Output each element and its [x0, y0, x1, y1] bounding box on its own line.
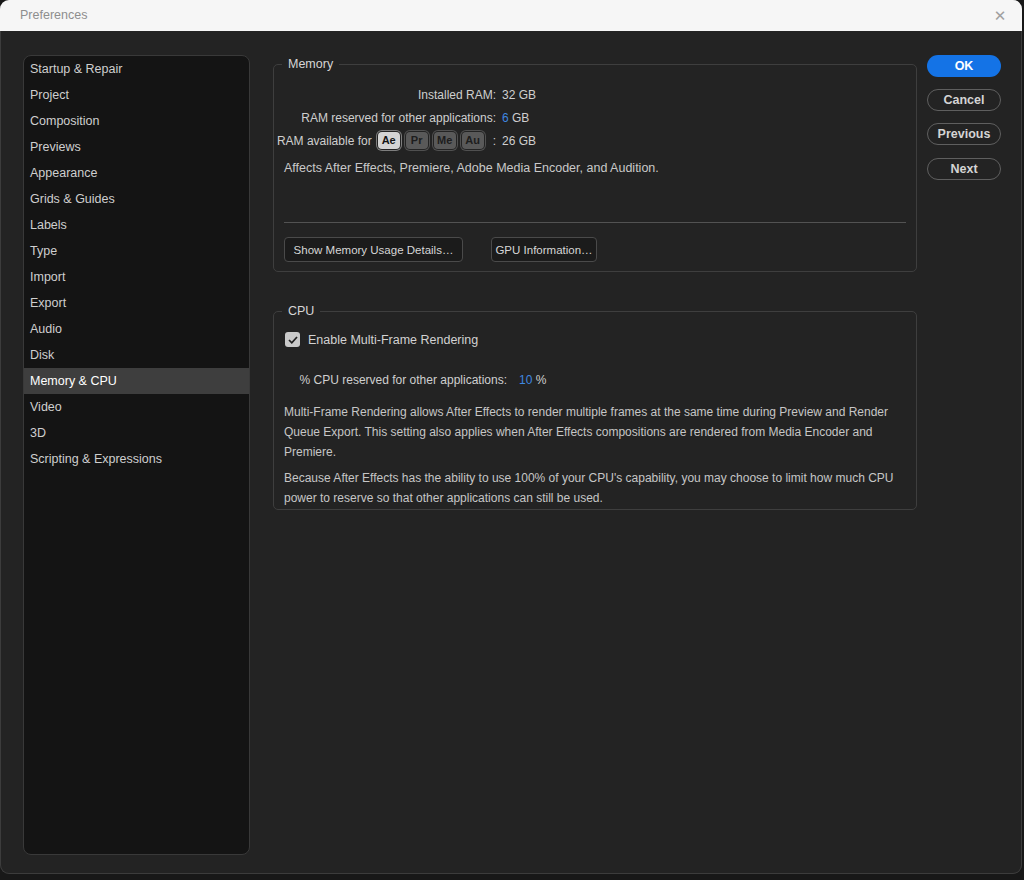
installed-ram-row: Installed RAM: 32 GB	[284, 83, 906, 106]
sidebar-item-disk[interactable]: Disk	[24, 342, 249, 368]
sidebar-item-startup-repair[interactable]: Startup & Repair	[24, 56, 249, 82]
cpu-group-legend: CPU	[282, 304, 320, 319]
previous-button[interactable]: Previous	[927, 123, 1001, 145]
sidebar-item-audio[interactable]: Audio	[24, 316, 249, 342]
ram-available-row: RAM available for AePrMeAu : 26 GB	[284, 129, 906, 152]
after-effects-badge-icon[interactable]: Ae	[378, 132, 400, 149]
cpu-group: CPU Enable Multi-Frame Rendering % CPU r…	[273, 311, 917, 510]
preferences-category-list: Startup & RepairProjectCompositionPrevie…	[23, 55, 250, 855]
sidebar-item-composition[interactable]: Composition	[24, 108, 249, 134]
ram-available-label: RAM available for	[277, 134, 372, 148]
premiere-badge-icon[interactable]: Pr	[406, 132, 428, 149]
cpu-reserved-value: 10 %	[519, 373, 546, 387]
ok-button[interactable]: OK	[927, 55, 1001, 77]
sidebar-item-appearance[interactable]: Appearance	[24, 160, 249, 186]
close-icon[interactable]: ✕	[988, 4, 1012, 28]
sidebar-item-grids-guides[interactable]: Grids & Guides	[24, 186, 249, 212]
cpu-paragraph-2: Because After Effects has the ability to…	[284, 468, 906, 508]
installed-ram-value: 32 GB	[502, 88, 536, 102]
memory-group: Memory Installed RAM: 32 GB RAM reserved…	[273, 64, 917, 272]
cpu-reserved-row: % CPU reserved for other applications: 1…	[284, 369, 546, 390]
ram-reserved-row: RAM reserved for other applications: 6 G…	[284, 106, 906, 129]
next-button[interactable]: Next	[927, 158, 1001, 180]
cpu-reserved-number[interactable]: 10	[519, 373, 532, 387]
sidebar-item-import[interactable]: Import	[24, 264, 249, 290]
sidebar-item-3d[interactable]: 3D	[24, 420, 249, 446]
cpu-description: Multi-Frame Rendering allows After Effec…	[284, 402, 906, 508]
sidebar-item-export[interactable]: Export	[24, 290, 249, 316]
multi-frame-rendering-label: Enable Multi-Frame Rendering	[308, 333, 478, 347]
sidebar-item-video[interactable]: Video	[24, 394, 249, 420]
sidebar-item-labels[interactable]: Labels	[24, 212, 249, 238]
show-memory-usage-details-button[interactable]: Show Memory Usage Details…	[284, 237, 463, 262]
ram-available-value: 26 GB	[502, 134, 536, 148]
ram-reserved-label: RAM reserved for other applications:	[284, 111, 496, 125]
ram-reserved-value: 6 GB	[502, 111, 529, 125]
window-title: Preferences	[20, 0, 87, 31]
memory-affects-note: Affects After Effects, Premiere, Adobe M…	[284, 161, 659, 175]
audition-badge-icon[interactable]: Au	[462, 132, 484, 149]
ram-reserved-number[interactable]: 6	[502, 111, 509, 125]
memory-divider	[284, 222, 906, 223]
multi-frame-rendering-row: Enable Multi-Frame Rendering	[285, 332, 478, 347]
sidebar-item-type[interactable]: Type	[24, 238, 249, 264]
gpu-information-button[interactable]: GPU Information…	[491, 237, 597, 262]
sidebar-item-scripting-expressions[interactable]: Scripting & Expressions	[24, 446, 249, 472]
cpu-paragraph-1: Multi-Frame Rendering allows After Effec…	[284, 402, 906, 462]
sidebar-item-project[interactable]: Project	[24, 82, 249, 108]
sidebar-item-previews[interactable]: Previews	[24, 134, 249, 160]
sidebar-item-memory-cpu[interactable]: Memory & CPU	[24, 368, 249, 394]
memory-group-legend: Memory	[282, 57, 339, 72]
titlebar: Preferences ✕	[0, 0, 1022, 31]
cpu-reserved-label: % CPU reserved for other applications:	[284, 373, 507, 387]
preferences-dialog: Preferences ✕ Startup & RepairProjectCom…	[0, 0, 1022, 874]
media-encoder-badge-icon[interactable]: Me	[434, 132, 456, 149]
installed-ram-label: Installed RAM:	[284, 88, 496, 102]
multi-frame-rendering-checkbox[interactable]	[285, 332, 300, 347]
cancel-button[interactable]: Cancel	[927, 89, 1001, 111]
